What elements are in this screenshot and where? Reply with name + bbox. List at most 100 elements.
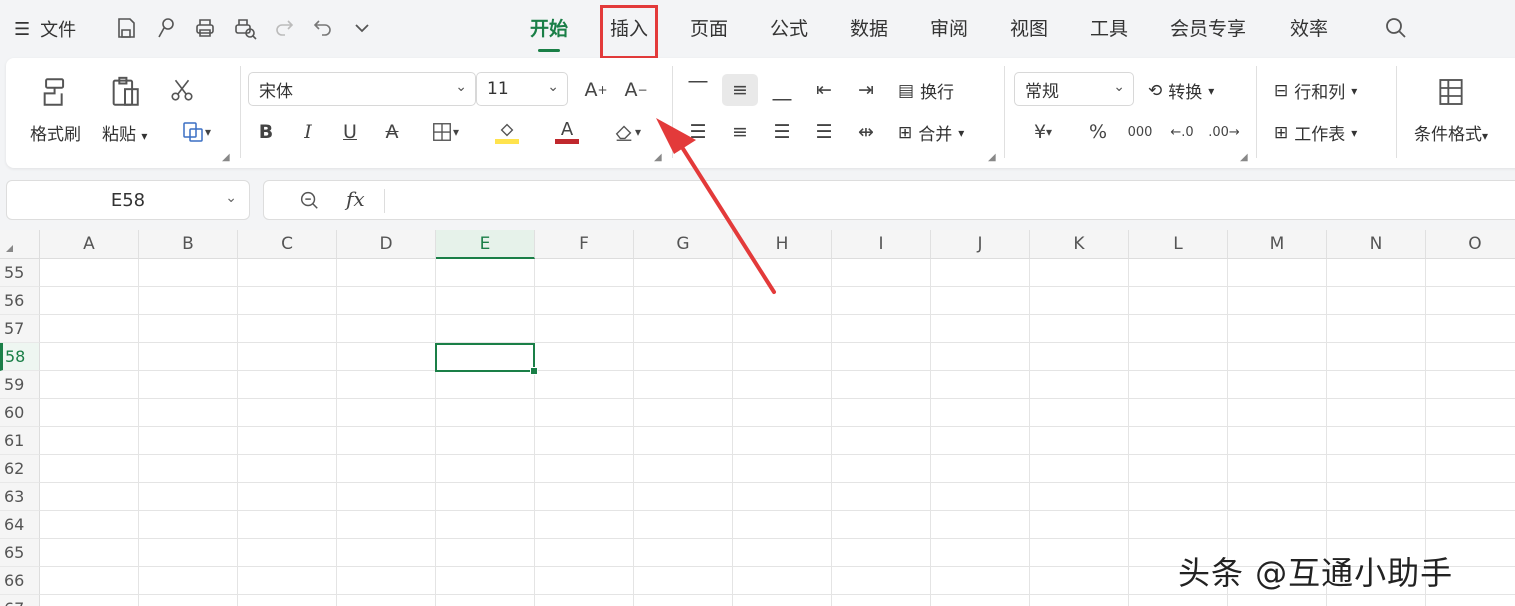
decrease-indent-icon[interactable]: ⇤: [806, 74, 842, 106]
row-header-67[interactable]: 67: [0, 595, 40, 606]
row-header-65[interactable]: 65: [0, 539, 40, 567]
tab-formulas[interactable]: 公式: [770, 14, 808, 44]
file-menu-label: 文件: [40, 20, 77, 41]
font-size-select[interactable]: 11 ⌄: [476, 72, 568, 106]
increase-decimal-icon[interactable]: ←.0: [1164, 116, 1200, 148]
tab-tools[interactable]: 工具: [1090, 14, 1128, 44]
align-bottom-icon[interactable]: ⎽: [764, 74, 800, 106]
more-chevron-icon[interactable]: [348, 14, 376, 42]
redo-icon[interactable]: [271, 14, 299, 42]
tab-efficiency[interactable]: 效率: [1290, 14, 1328, 44]
name-box[interactable]: E58 ⌄: [6, 180, 250, 220]
thousands-separator-button[interactable]: 000: [1122, 116, 1158, 148]
align-top-icon[interactable]: ⎺: [680, 74, 716, 106]
align-right-icon[interactable]: ☰: [764, 116, 800, 148]
worksheet-icon: ⊞: [1274, 122, 1289, 143]
tab-review[interactable]: 审阅: [930, 14, 968, 44]
menu-bar: ☰ 文件 开始 插入 页面 公式 数据 审阅 视图 工具 会员专享 效率: [0, 0, 1515, 59]
justify-icon[interactable]: ☰: [806, 116, 842, 148]
column-header-k[interactable]: K: [1030, 230, 1129, 259]
percent-button[interactable]: %: [1080, 116, 1116, 148]
increase-indent-icon[interactable]: ⇥: [848, 74, 884, 106]
column-header-h[interactable]: H: [733, 230, 832, 259]
currency-button[interactable]: ¥ ▾: [1018, 116, 1068, 148]
format-painter-button[interactable]: 格式刷: [30, 72, 81, 145]
row-header-62[interactable]: 62: [0, 455, 40, 483]
column-header-e[interactable]: E: [436, 230, 535, 259]
column-header-o[interactable]: O: [1426, 230, 1515, 259]
clipboard-dialog-launcher[interactable]: ◢: [222, 152, 230, 163]
print-icon[interactable]: [191, 14, 219, 42]
fx-icon[interactable]: fx: [346, 187, 365, 211]
tab-view[interactable]: 视图: [1010, 14, 1048, 44]
conditional-format-button[interactable]: 条件格式▾: [1414, 72, 1488, 145]
column-header-n[interactable]: N: [1327, 230, 1426, 259]
distributed-align-icon[interactable]: ⇹: [848, 116, 884, 148]
merge-button[interactable]: ⊞ 合并 ▾: [898, 120, 964, 146]
ribbon-separator: [672, 66, 673, 158]
column-header-d[interactable]: D: [337, 230, 436, 259]
number-dialog-launcher[interactable]: ◢: [1240, 152, 1248, 163]
align-center-icon[interactable]: ≡: [722, 116, 758, 148]
column-header-f[interactable]: F: [535, 230, 634, 259]
row-header-58[interactable]: 58: [0, 343, 40, 371]
wrap-text-button[interactable]: ▤ 换行: [898, 78, 954, 104]
row-header-56[interactable]: 56: [0, 287, 40, 315]
decrease-font-icon[interactable]: A −: [618, 74, 654, 106]
column-header-j[interactable]: J: [931, 230, 1030, 259]
undo-icon[interactable]: [308, 14, 336, 42]
formula-input[interactable]: fx: [263, 180, 1515, 220]
font-dialog-launcher[interactable]: ◢: [654, 152, 662, 163]
tab-data[interactable]: 数据: [850, 14, 888, 44]
italic-button[interactable]: I: [290, 116, 326, 148]
underline-button[interactable]: U: [332, 116, 368, 148]
column-header-m[interactable]: M: [1228, 230, 1327, 259]
column-header-g[interactable]: G: [634, 230, 733, 259]
font-color-icon[interactable]: A: [542, 116, 592, 148]
cut-icon[interactable]: [164, 74, 200, 106]
active-cell-e58[interactable]: [435, 343, 538, 375]
tab-page[interactable]: 页面: [690, 14, 728, 44]
increase-font-icon[interactable]: A +: [578, 74, 614, 106]
row-header-64[interactable]: 64: [0, 511, 40, 539]
font-name-select[interactable]: 宋体 ⌄: [248, 72, 476, 106]
number-format-select[interactable]: 常规 ⌄: [1014, 72, 1134, 106]
fill-color-icon[interactable]: [482, 116, 532, 148]
row-header-59[interactable]: 59: [0, 371, 40, 399]
row-header-61[interactable]: 61: [0, 427, 40, 455]
brush-icon[interactable]: [152, 14, 180, 42]
copy-icon[interactable]: ▾: [172, 116, 220, 148]
save-icon[interactable]: [112, 14, 140, 42]
worksheet-button[interactable]: ⊞ 工作表 ▾: [1274, 120, 1357, 146]
column-header-b[interactable]: B: [139, 230, 238, 259]
align-middle-icon[interactable]: ≡: [722, 74, 758, 106]
print-preview-icon[interactable]: [231, 14, 259, 42]
formula-bar: E58 ⌄ fx: [0, 176, 1515, 224]
clear-eraser-icon[interactable]: ▾: [602, 116, 652, 148]
row-header-57[interactable]: 57: [0, 315, 40, 343]
convert-button[interactable]: ⟲ 转换 ▾: [1148, 78, 1214, 104]
chevron-down-icon: ⌄: [225, 190, 237, 206]
column-header-l[interactable]: L: [1129, 230, 1228, 259]
search-icon[interactable]: [1382, 14, 1410, 42]
bold-button[interactable]: B: [248, 116, 284, 148]
column-header-c[interactable]: C: [238, 230, 337, 259]
border-icon[interactable]: ▾: [420, 116, 470, 148]
file-menu[interactable]: ☰ 文件: [14, 16, 76, 42]
align-left-icon[interactable]: ☰: [680, 116, 716, 148]
column-header-a[interactable]: A: [40, 230, 139, 259]
alignment-dialog-launcher[interactable]: ◢: [988, 152, 996, 163]
tab-home[interactable]: 开始: [530, 14, 568, 52]
column-header-i[interactable]: I: [832, 230, 931, 259]
row-header-63[interactable]: 63: [0, 483, 40, 511]
row-header-55[interactable]: 55: [0, 259, 40, 287]
paste-button[interactable]: 粘贴 ▾: [102, 72, 147, 145]
select-all-corner[interactable]: [0, 230, 40, 259]
zoom-search-icon[interactable]: [298, 189, 320, 216]
tab-member[interactable]: 会员专享: [1170, 14, 1246, 44]
decrease-decimal-icon[interactable]: .00→: [1206, 116, 1242, 148]
row-header-66[interactable]: 66: [0, 567, 40, 595]
rows-columns-button[interactable]: ⊟ 行和列 ▾: [1274, 78, 1357, 104]
strikethrough-icon[interactable]: A: [374, 116, 410, 148]
row-header-60[interactable]: 60: [0, 399, 40, 427]
